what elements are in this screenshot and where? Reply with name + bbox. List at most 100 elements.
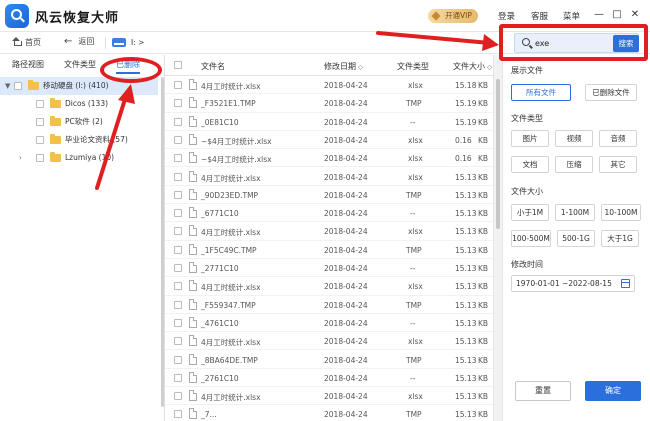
row-checkbox[interactable] bbox=[174, 264, 182, 272]
row-checkbox[interactable] bbox=[174, 300, 182, 309]
calendar-icon[interactable] bbox=[621, 279, 630, 288]
tree-checkbox[interactable] bbox=[36, 100, 44, 108]
menu-link[interactable]: 菜单 bbox=[563, 10, 580, 22]
file-icon bbox=[189, 79, 197, 90]
table-row[interactable]: _2771C10 2018-04-24 -- 15.13 KB bbox=[165, 259, 497, 278]
table-row[interactable]: _7... 2018-04-24 TMP 15.13 KB bbox=[165, 405, 497, 421]
tab-path-view[interactable]: 路径视图 bbox=[12, 59, 44, 70]
row-checkbox[interactable] bbox=[174, 282, 182, 291]
type-document-button[interactable]: 文档 bbox=[511, 156, 549, 173]
select-all-checkbox[interactable] bbox=[174, 61, 182, 69]
folder-tree: ▼ 移动硬盘 (I:) (410) Dicos (133) PC软件 (2) 毕业论文资… bbox=[0, 77, 158, 167]
file-size-cell: 15.13 bbox=[455, 227, 477, 237]
table-row[interactable]: 4月工时统计.xlsx 2018-04-24 xlsx 15.13 KB bbox=[165, 387, 497, 406]
row-checkbox[interactable] bbox=[174, 135, 182, 144]
table-row[interactable]: 4月工时统计.xlsx 2018-04-24 xlsx 15.13 KB bbox=[165, 222, 497, 241]
column-header-date[interactable]: 修改日期 ◇ bbox=[324, 61, 363, 72]
tree-item[interactable]: PC软件 (2) bbox=[0, 113, 158, 131]
row-checkbox[interactable] bbox=[174, 99, 182, 108]
table-row[interactable]: _8BA64DE.TMP 2018-04-24 TMP 15.13 KB bbox=[165, 351, 497, 369]
minimize-icon[interactable]: — bbox=[593, 8, 605, 22]
file-size-cell: 15.13 bbox=[455, 245, 477, 255]
tree-checkbox[interactable] bbox=[36, 118, 44, 126]
row-checkbox[interactable] bbox=[174, 355, 182, 364]
table-row[interactable]: _6771C10 2018-04-24 -- 15.13 KB bbox=[165, 204, 497, 223]
row-checkbox[interactable] bbox=[174, 373, 182, 382]
table-row[interactable]: _F559347.TMP 2018-04-24 TMP 15.13 KB bbox=[165, 296, 497, 314]
folder-icon bbox=[50, 152, 61, 162]
table-row[interactable]: 4月工时统计.xlsx 2018-04-24 xlsx 15.13 KB bbox=[165, 277, 497, 296]
deleted-files-button[interactable]: 已删除文件 bbox=[585, 84, 637, 101]
tree-checkbox[interactable] bbox=[36, 154, 44, 162]
type-archive-button[interactable]: 压缩 bbox=[555, 156, 593, 173]
file-name-cell: _0E81C10 bbox=[201, 117, 239, 127]
close-icon[interactable]: ✕ bbox=[629, 8, 641, 22]
maximize-icon[interactable]: □ bbox=[611, 8, 623, 22]
row-checkbox[interactable] bbox=[174, 190, 182, 199]
table-row[interactable]: 4月工时统计.xlsx 2018-04-24 xlsx 15.13 KB bbox=[165, 168, 497, 186]
table-scrollbar[interactable] bbox=[493, 55, 502, 421]
all-files-button[interactable]: 所有文件 bbox=[511, 84, 571, 101]
size-10-100m-button[interactable]: 10-100M bbox=[601, 204, 641, 221]
column-header-size[interactable]: 文件大小 ◇ bbox=[453, 61, 492, 72]
row-checkbox[interactable] bbox=[174, 172, 182, 181]
table-row[interactable]: _90D23ED.TMP 2018-04-24 TMP 15.13 KB bbox=[165, 186, 497, 205]
back-label: 返回 bbox=[78, 37, 95, 46]
size-500m-1g-button[interactable]: 500-1G bbox=[557, 230, 595, 247]
home-button[interactable]: 首页 bbox=[12, 37, 41, 48]
table-row[interactable]: _0E81C10 2018-04-24 -- 15.19 KB bbox=[165, 113, 497, 131]
row-checkbox[interactable] bbox=[174, 410, 182, 419]
file-size-unit-cell: KB bbox=[478, 81, 489, 90]
row-checkbox[interactable] bbox=[174, 337, 182, 346]
left-scrollbar[interactable] bbox=[161, 77, 164, 407]
type-image-button[interactable]: 图片 bbox=[511, 130, 549, 147]
file-size-cell: 15.13 bbox=[455, 190, 477, 200]
size-100-500m-button[interactable]: 100-500M bbox=[511, 230, 551, 247]
vip-label: 开通VIP bbox=[445, 11, 472, 20]
size-over-1g-button[interactable]: 大于1G bbox=[601, 230, 639, 247]
table-row[interactable]: _2761C10 2018-04-24 -- 15.13 KB bbox=[165, 369, 497, 388]
size-under-1m-button[interactable]: 小于1M bbox=[511, 204, 549, 221]
support-link[interactable]: 客服 bbox=[531, 10, 548, 22]
row-checkbox[interactable] bbox=[174, 318, 182, 327]
row-checkbox[interactable] bbox=[174, 209, 182, 218]
file-icon bbox=[189, 170, 197, 182]
scrollbar-thumb[interactable] bbox=[496, 79, 500, 229]
size-1-100m-button[interactable]: 1-100M bbox=[555, 204, 595, 221]
date-range-field[interactable]: 1970-01-01 ~2022-08-15 bbox=[511, 275, 635, 292]
vip-button[interactable]: 开通VIP bbox=[428, 9, 478, 23]
row-checkbox[interactable] bbox=[174, 117, 182, 126]
row-checkbox[interactable] bbox=[174, 227, 182, 236]
tree-checkbox[interactable] bbox=[36, 136, 44, 144]
column-header-type[interactable]: 文件类型 bbox=[397, 61, 429, 72]
tree-expand-icon[interactable]: › bbox=[19, 149, 22, 167]
tab-file-type[interactable]: 文件类型 bbox=[64, 59, 96, 70]
table-row[interactable]: _F3521E1.TMP 2018-04-24 TMP 15.19 KB bbox=[165, 94, 497, 113]
tree-item-label: 移动硬盘 (I:) (410) bbox=[43, 81, 109, 90]
table-row[interactable]: _4761C10 2018-04-24 -- 15.13 KB bbox=[165, 314, 497, 333]
type-other-button[interactable]: 其它 bbox=[599, 156, 637, 173]
table-row[interactable]: ~$4月工时统计.xlsx 2018-04-24 xlsx 0.16 KB bbox=[165, 131, 497, 150]
type-video-button[interactable]: 视频 bbox=[555, 130, 593, 147]
type-audio-button[interactable]: 音频 bbox=[599, 130, 637, 147]
row-checkbox[interactable] bbox=[174, 245, 182, 254]
table-row[interactable]: 4月工时统计.xlsx 2018-04-24 xlsx 15.18 KB bbox=[165, 76, 497, 95]
row-checkbox[interactable] bbox=[174, 392, 182, 401]
tree-item[interactable]: 毕业论文资料 (57) bbox=[0, 131, 158, 149]
tree-item[interactable]: Dicos (133) bbox=[0, 95, 158, 113]
column-header-name[interactable]: 文件名 bbox=[201, 61, 225, 72]
confirm-button[interactable]: 确定 bbox=[585, 381, 641, 401]
row-checkbox[interactable] bbox=[174, 81, 182, 89]
file-size-unit-cell: KB bbox=[478, 300, 489, 310]
login-link[interactable]: 登录 bbox=[498, 10, 515, 22]
row-checkbox[interactable] bbox=[174, 154, 182, 163]
table-row[interactable]: _1F5C49C.TMP 2018-04-24 TMP 15.13 KB bbox=[165, 241, 497, 259]
back-button[interactable]: ← 返回 bbox=[64, 36, 94, 47]
reset-button[interactable]: 重置 bbox=[515, 381, 571, 401]
file-type-cell: xlsx bbox=[408, 154, 423, 164]
table-row[interactable]: ~$4月工时统计.xlsx 2018-04-24 xlsx 0.16 KB bbox=[165, 149, 497, 168]
tree-checkbox[interactable] bbox=[14, 82, 22, 90]
tree-item[interactable]: › Lzumiya (10) bbox=[0, 149, 158, 167]
table-row[interactable]: 4月工时统计.xlsx 2018-04-24 xlsx 15.13 KB bbox=[165, 332, 497, 351]
tree-expand-icon[interactable]: ▼ bbox=[5, 77, 10, 95]
